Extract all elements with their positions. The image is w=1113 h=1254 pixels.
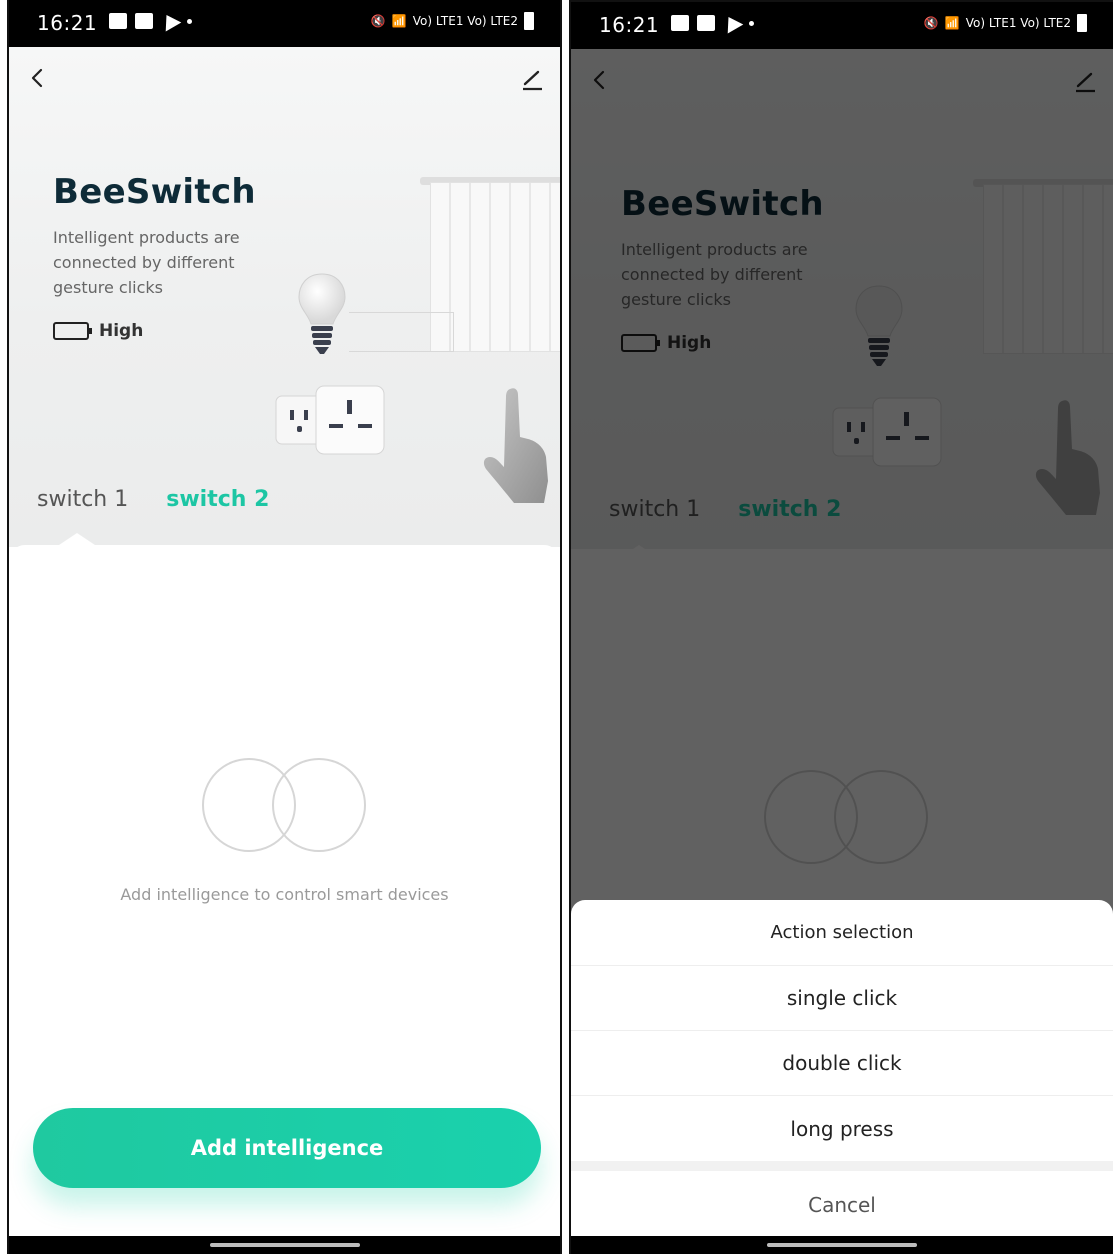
network-label: Vo) LTE1 Vo) LTE2 bbox=[965, 16, 1071, 30]
add-intelligence-button[interactable]: Add intelligence bbox=[33, 1108, 541, 1188]
system-icons: 🔇 📶 Vo) LTE1 Vo) LTE2 bbox=[924, 14, 1087, 32]
battery-label: High bbox=[99, 321, 144, 341]
action-sheet: Action selection single click double cli… bbox=[571, 900, 1113, 1236]
more-dot-icon bbox=[187, 18, 192, 24]
system-icons: 🔇 📶 Vo) LTE1 Vo) LTE2 bbox=[371, 12, 534, 30]
wifi-icon: 📶 bbox=[944, 16, 960, 30]
telegram-icon bbox=[720, 12, 744, 34]
content-card: Add intelligence to control smart device… bbox=[9, 533, 560, 1236]
switch-tabs: switch 1 switch 2 bbox=[37, 487, 269, 512]
notification-icons bbox=[109, 10, 192, 32]
status-bar: 16:21 🔇 📶 Vo) LTE1 Vo) LTE2 bbox=[9, 0, 560, 47]
cancel-button[interactable]: Cancel bbox=[571, 1171, 1113, 1236]
mute-icon: 🔇 bbox=[923, 16, 939, 30]
phone-battery-icon bbox=[524, 12, 534, 30]
wifi-icon: 📶 bbox=[391, 14, 407, 28]
mute-icon: 🔇 bbox=[370, 14, 386, 28]
option-long-press[interactable]: long press bbox=[571, 1096, 1113, 1161]
edit-icon[interactable] bbox=[520, 67, 544, 91]
sheet-divider bbox=[571, 1161, 1113, 1171]
phone-screen-action-sheet: 16:21 🔇 📶 Vo) LTE1 Vo) LTE2 BeeSwitch In… bbox=[569, 0, 1113, 1254]
network-label: Vo) LTE1 Vo) LTE2 bbox=[412, 14, 518, 28]
wire-line bbox=[349, 312, 454, 352]
option-double-click[interactable]: double click bbox=[571, 1031, 1113, 1096]
tab-switch-1[interactable]: switch 1 bbox=[37, 487, 128, 512]
gallery-icon bbox=[109, 13, 127, 29]
gallery-icon bbox=[671, 15, 689, 31]
telegram-icon bbox=[158, 10, 182, 32]
status-time: 16:21 bbox=[37, 11, 98, 35]
more-dot-icon bbox=[749, 20, 754, 26]
active-tab-indicator bbox=[59, 533, 95, 545]
messenger-icon bbox=[697, 15, 715, 31]
notification-icons bbox=[671, 12, 754, 34]
device-hero: BeeSwitch Intelligent products are conne… bbox=[9, 47, 560, 547]
empty-state-text: Add intelligence to control smart device… bbox=[120, 885, 449, 904]
home-handle[interactable] bbox=[209, 1243, 360, 1247]
option-single-click[interactable]: single click bbox=[571, 966, 1113, 1031]
bulb-icon bbox=[298, 273, 346, 354]
status-time: 16:21 bbox=[599, 13, 660, 37]
outlet-icon bbox=[275, 385, 385, 455]
hand-pointer-icon bbox=[483, 388, 548, 503]
device-description: Intelligent products are connected by di… bbox=[53, 228, 240, 297]
home-handle[interactable] bbox=[767, 1243, 917, 1247]
navigation-bar bbox=[9, 1236, 560, 1254]
tab-switch-2[interactable]: switch 2 bbox=[166, 487, 269, 512]
link-circles-icon bbox=[202, 758, 366, 852]
navigation-bar bbox=[571, 1236, 1113, 1254]
action-sheet-title: Action selection bbox=[571, 900, 1113, 966]
battery-icon bbox=[53, 322, 92, 340]
phone-screen-main: 16:21 🔇 📶 Vo) LTE1 Vo) LTE2 BeeSwitch In… bbox=[7, 0, 562, 1254]
messenger-icon bbox=[135, 13, 153, 29]
phone-battery-icon bbox=[1077, 14, 1087, 32]
device-name: BeeSwitch bbox=[53, 172, 256, 212]
back-icon[interactable] bbox=[27, 67, 49, 89]
battery-status: High bbox=[53, 321, 143, 341]
status-bar: 16:21 🔇 📶 Vo) LTE1 Vo) LTE2 bbox=[571, 2, 1113, 49]
